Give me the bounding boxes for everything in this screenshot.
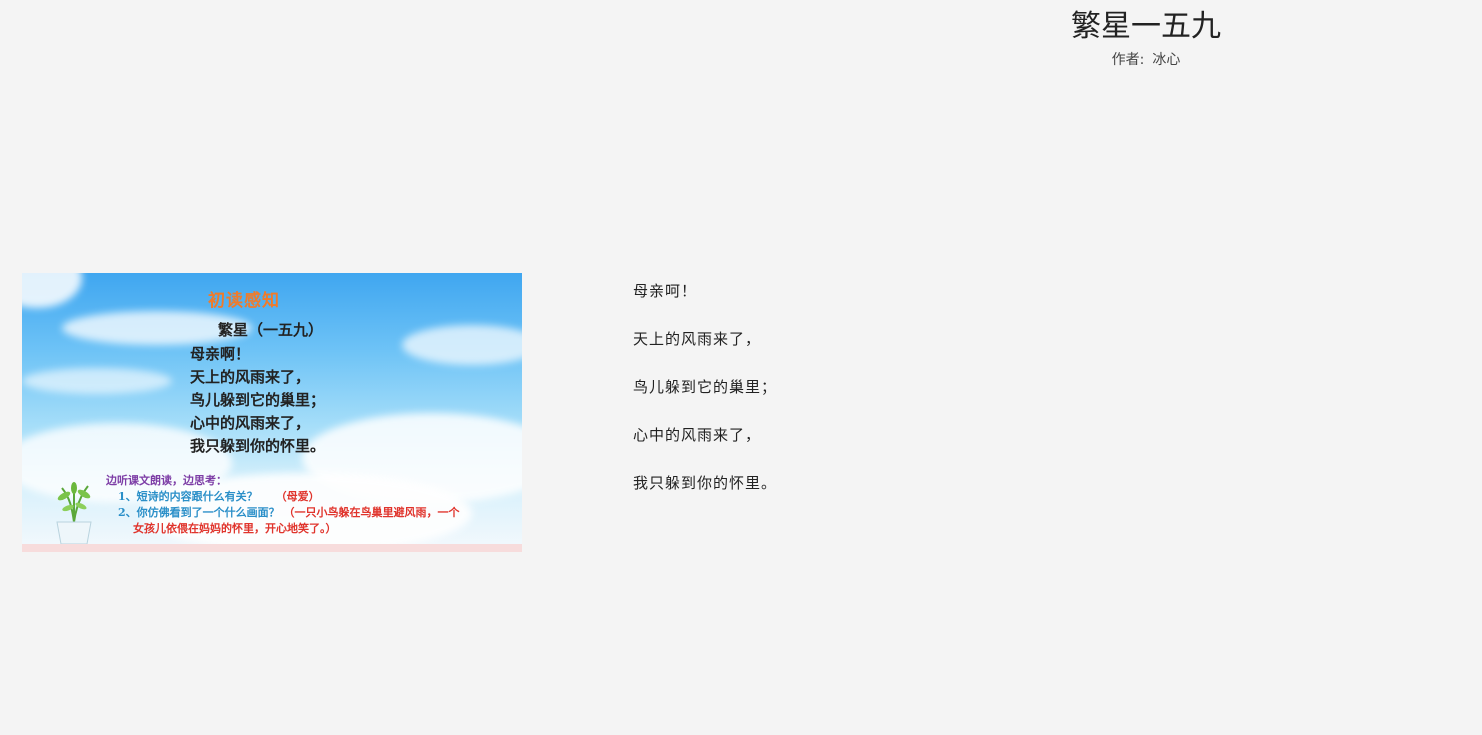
poem-line: 母亲呵！ (633, 282, 698, 300)
answer-continuation: 女孩儿依偎在妈妈的怀里，开心地笑了。） (133, 522, 337, 535)
question-text: 2、你仿佛看到了一个什么画面？ (118, 506, 280, 519)
slide-poem-line: 母亲啊！ (190, 345, 251, 363)
lesson-slide-image: 初读感知 繁星（一五九） 母亲啊！ 天上的风雨来了， 鸟儿躲到它的巢里； 心中的… (22, 273, 522, 552)
answer-text: （一只小鸟躲在鸟巢里避风雨，一个 (283, 506, 460, 519)
slide-poem-lines: 母亲啊！ 天上的风雨来了， 鸟儿躲到它的巢里； 心中的风雨来了， 我只躲到你的怀… (190, 343, 325, 458)
slide-poem-title: 繁星（一五九） (218, 321, 324, 339)
cloud-shape (402, 325, 522, 365)
cloud-shape (22, 368, 172, 394)
slide-poem-line: 心中的风雨来了， (190, 414, 311, 432)
poem-line: 天上的风雨来了， (633, 330, 762, 348)
slide-question-2: 2、你仿佛看到了一个什么画面？ （一只小鸟躲在鸟巢里避风雨，一个 (106, 505, 460, 521)
poem-line: 心中的风雨来了， (633, 426, 762, 444)
question-text: 1、短诗的内容跟什么有关？ (118, 490, 258, 503)
slide-footer-strip (22, 544, 522, 552)
author-line: 作者: 冰心 (1020, 50, 1272, 70)
potted-plant-icon (56, 482, 92, 545)
slide-poem-line: 天上的风雨来了， (190, 368, 311, 386)
poem-line: 鸟儿躲到它的巢里； (633, 378, 778, 396)
slide-questions: 边听课文朗读，边思考： 1、短诗的内容跟什么有关？ （母爱） 2、你仿佛看到了一个… (106, 473, 460, 537)
page-title: 繁星一五九 (1071, 9, 1221, 44)
author-name: 冰心 (1152, 52, 1181, 68)
slide-question-1: 1、短诗的内容跟什么有关？ （母爱） (106, 489, 460, 505)
author-label: 作者: (1111, 52, 1145, 68)
slide-poem-line: 我只躲到你的怀里。 (190, 437, 326, 455)
poem-line: 我只躲到你的怀里。 (633, 474, 778, 492)
answer-text: （母爱） (275, 490, 320, 503)
slide-heading: 初读感知 (208, 291, 280, 311)
slide-prompt: 边听课文朗读，边思考： (106, 474, 227, 487)
slide-poem-line: 鸟儿躲到它的巢里； (190, 391, 326, 409)
poem-text: 母亲呵！ 天上的风雨来了， 鸟儿躲到它的巢里； 心中的风雨来了， 我只躲到你的怀… (633, 280, 777, 520)
article-header: 繁星一五九 作者: 冰心 (1020, 6, 1272, 70)
